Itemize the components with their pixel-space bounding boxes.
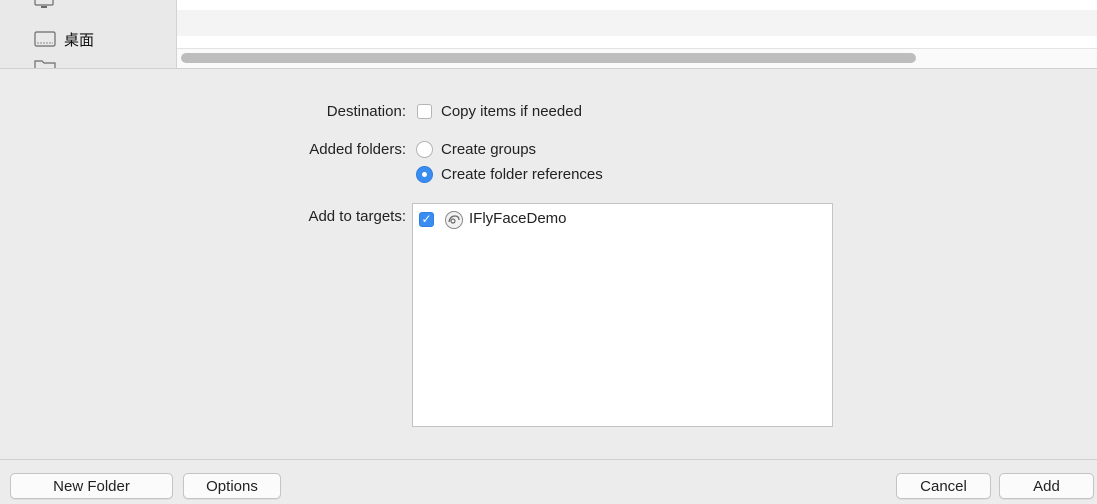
sidebar-item-desktop[interactable]: 桌面 (34, 28, 94, 50)
add-to-targets-label: Add to targets: (308, 208, 406, 225)
create-groups-label[interactable]: Create groups (441, 141, 536, 158)
scrollbar-thumb[interactable] (181, 53, 916, 63)
create-folder-references-label[interactable]: Create folder references (441, 166, 603, 183)
folder-icon (34, 60, 56, 68)
target-checkbox[interactable]: ✓ (419, 212, 434, 227)
horizontal-scrollbar[interactable] (177, 48, 1097, 69)
computer-icon (34, 0, 54, 8)
divider (0, 459, 1097, 460)
file-list[interactable] (177, 0, 1097, 69)
new-folder-button[interactable]: New Folder (10, 473, 173, 499)
sidebar-item-folder[interactable] (34, 55, 64, 68)
sidebar: 桌面 (0, 0, 176, 68)
cancel-button[interactable]: Cancel (896, 473, 991, 499)
app-target-icon (445, 211, 463, 229)
sidebar-item-label: 桌面 (64, 30, 95, 49)
target-name: IFlyFaceDemo (469, 210, 567, 227)
copy-items-label[interactable]: Copy items if needed (441, 103, 582, 120)
divider (0, 68, 1097, 69)
desktop-folder-icon (34, 31, 56, 47)
create-folder-references-radio[interactable] (416, 166, 433, 183)
file-list-row[interactable] (177, 10, 1097, 36)
sidebar-item-computer[interactable] (34, 0, 62, 12)
add-button[interactable]: Add (999, 473, 1094, 499)
targets-list[interactable]: ✓ IFlyFaceDemo (412, 203, 833, 427)
options-button[interactable]: Options (183, 473, 281, 499)
copy-items-checkbox[interactable] (417, 104, 432, 119)
destination-label: Destination: (326, 103, 406, 120)
create-groups-radio[interactable] (416, 141, 433, 158)
added-folders-label: Added folders: (309, 141, 406, 158)
